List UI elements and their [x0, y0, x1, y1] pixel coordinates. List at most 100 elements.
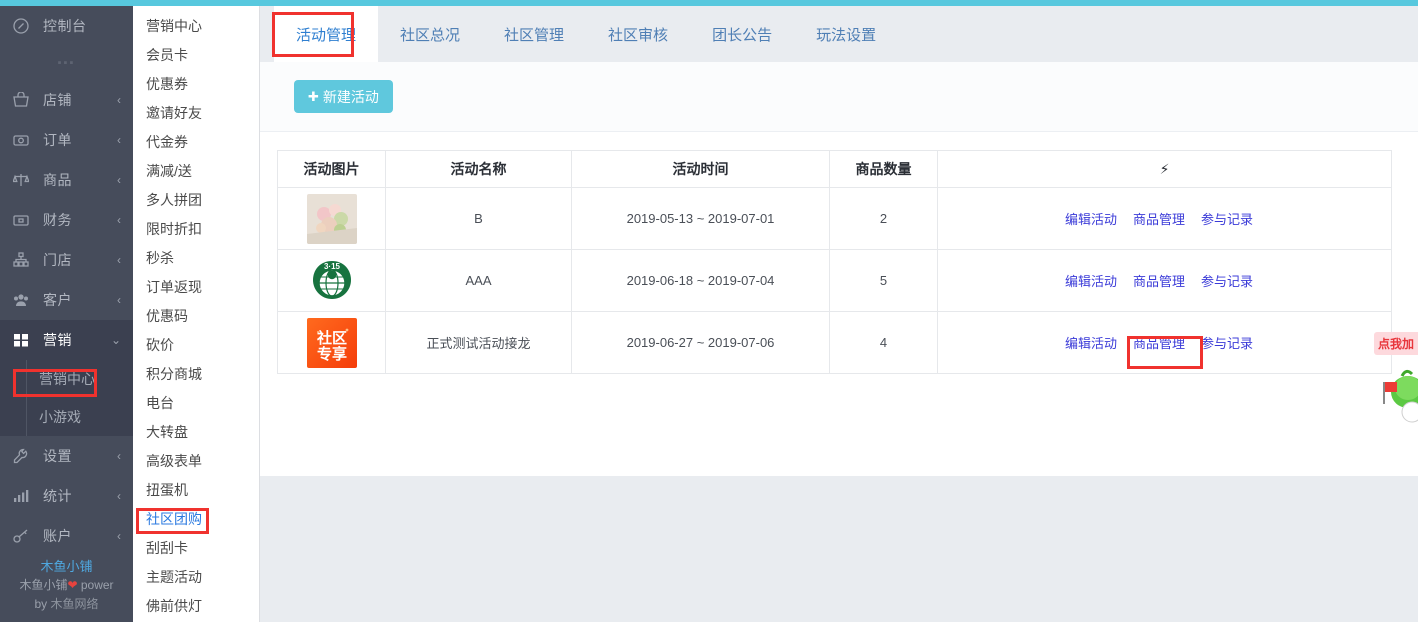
cell-activity-name: B	[385, 187, 572, 250]
subnav-item-11[interactable]: 砍价	[133, 331, 259, 360]
op-link-0[interactable]: 编辑活动	[1065, 209, 1117, 228]
sidebar-divider-dots: ▪▪▪	[57, 57, 76, 69]
tab-3[interactable]: 社区审核	[586, 6, 690, 62]
new-activity-label: 新建活动	[322, 88, 379, 105]
op-link-2[interactable]: 参与记录	[1201, 333, 1253, 352]
subnav-item-3[interactable]: 邀请好友	[133, 99, 259, 128]
subnav-item-19[interactable]: 主题活动	[133, 563, 259, 592]
cell-goods-quantity: 4	[829, 311, 938, 374]
subnav-item-label: 多人拼团	[146, 192, 202, 208]
sidebar-subitem-1[interactable]: 小游戏	[26, 398, 133, 436]
subnav-item-1[interactable]: 会员卡	[133, 41, 259, 70]
chevron-icon: ‹	[117, 253, 121, 267]
tab-0[interactable]: 活动管理	[274, 6, 379, 62]
sidebar-item-label: 控制台	[43, 18, 87, 34]
tab-5[interactable]: 玩法设置	[794, 6, 898, 62]
new-activity-button[interactable]: ✚ 新建活动	[294, 80, 393, 113]
cell-activity-image	[277, 187, 386, 250]
subnav-item-20[interactable]: 佛前供灯	[133, 592, 259, 621]
subnav-item-8[interactable]: 秒杀	[133, 244, 259, 273]
sidebar-item-10[interactable]: 账户 ‹	[0, 516, 133, 556]
statistics-bars-icon	[13, 488, 35, 504]
subnav-item-2[interactable]: 优惠券	[133, 70, 259, 99]
subnav-item-12[interactable]: 积分商城	[133, 360, 259, 389]
subnav-item-17[interactable]: 社区团购	[133, 505, 259, 534]
account-key-icon	[13, 528, 35, 544]
subnav-item-4[interactable]: 代金券	[133, 128, 259, 157]
chevron-icon: ⌄	[110, 333, 121, 347]
subnav-item-label: 佛前供灯	[146, 598, 202, 614]
content-panel: ✚ 新建活动 活动图片 活动名称 活动时间 商品数量 ⚡ B 2019-05-1…	[260, 62, 1418, 476]
sidebar-item-1[interactable]: 店铺 ‹	[0, 80, 133, 120]
activity-table-body: B 2019-05-13 ~ 2019-07-01 2 编辑活动 商品管理 参与记录 3·1…	[277, 187, 1392, 374]
mascot-character-icon	[1382, 366, 1418, 431]
subnav-item-label: 高级表单	[146, 453, 202, 469]
sidebar-submenu: 营销中心 小游戏	[0, 360, 133, 436]
floating-chat-mascot[interactable]: 点我加	[1374, 326, 1418, 446]
app-root: 控制台 ▪▪▪ 店铺 ‹ 订单 ‹ 商品 ‹ 财务 ‹ 门店 ‹ 客户 ‹ 营销 ⌄ 营销中心 小游戏 设置 ‹ 统计 ‹…	[0, 0, 1418, 622]
goods-scale-icon	[13, 172, 35, 188]
primary-sidebar: 控制台 ▪▪▪ 店铺 ‹ 订单 ‹ 商品 ‹ 财务 ‹ 门店 ‹ 客户 ‹ 营销 ⌄ 营销中心 小游戏 设置 ‹ 统计 ‹…	[0, 6, 133, 622]
subnav-item-label: 主题活动	[146, 569, 202, 585]
chevron-icon: ‹	[117, 449, 121, 463]
op-link-2[interactable]: 参与记录	[1201, 271, 1253, 290]
sidebar-item-8[interactable]: 设置 ‹	[0, 436, 133, 476]
shop-basket-icon	[13, 92, 35, 108]
header-activity-time: 活动时间	[571, 150, 830, 188]
marketing-gift-icon	[13, 332, 35, 348]
sidebar-item-4[interactable]: 财务 ‹	[0, 200, 133, 240]
tab-label: 活动管理	[296, 26, 357, 44]
subnav-item-10[interactable]: 优惠码	[133, 302, 259, 331]
powered-by: by	[34, 597, 51, 611]
subnav-item-label: 邀请好友	[146, 105, 202, 121]
svg-text:社区: 社区	[315, 329, 346, 347]
sidebar-item-3[interactable]: 商品 ‹	[0, 160, 133, 200]
sidebar-item-9[interactable]: 统计 ‹	[0, 476, 133, 516]
sidebar-item-0[interactable]: 控制台	[0, 6, 133, 46]
subnav-item-6[interactable]: 多人拼团	[133, 186, 259, 215]
chevron-icon: ‹	[117, 529, 121, 543]
subnav-item-0[interactable]: 营销中心	[133, 12, 259, 41]
sidebar-item-2[interactable]: 订单 ‹	[0, 120, 133, 160]
tab-label: 社区管理	[504, 26, 565, 44]
sidebar-footer: 木鱼小铺 木鱼小铺❤ power by 木鱼网络	[0, 557, 133, 614]
finance-money-icon	[13, 212, 35, 228]
chevron-icon: ‹	[117, 293, 121, 307]
op-link-1[interactable]: 商品管理	[1133, 271, 1185, 290]
op-link-0[interactable]: 编辑活动	[1065, 333, 1117, 352]
op-link-1[interactable]: 商品管理	[1133, 209, 1185, 228]
subnav-item-18[interactable]: 刮刮卡	[133, 534, 259, 563]
content-toolbar: ✚ 新建活动	[260, 62, 1418, 132]
sidebar-shop-name: 木鱼小铺	[40, 559, 93, 574]
subnav-item-13[interactable]: 电台	[133, 389, 259, 418]
table-row: 3·15 AAA 2019-06-18 ~ 2019-07-04 5 编辑活动 商品管理参…	[277, 249, 1392, 312]
subnav-item-7[interactable]: 限时折扣	[133, 215, 259, 244]
tab-4[interactable]: 团长公告	[690, 6, 794, 62]
subnav-item-16[interactable]: 扭蛋机	[133, 476, 259, 505]
subnav-item-15[interactable]: 高级表单	[133, 447, 259, 476]
sidebar-item-5[interactable]: 门店 ‹	[0, 240, 133, 280]
header-operations-bolt-icon: ⚡	[937, 150, 1392, 188]
chevron-icon: ‹	[117, 133, 121, 147]
order-icon	[13, 132, 35, 148]
cell-goods-quantity: 5	[829, 249, 938, 312]
tab-2[interactable]: 社区管理	[482, 6, 586, 62]
subnav-item-5[interactable]: 满减/送	[133, 157, 259, 186]
subnav-item-14[interactable]: 大转盘	[133, 418, 259, 447]
cell-activity-image: 3·15	[277, 249, 386, 312]
subnav-item-label: 营销中心	[146, 18, 202, 34]
subnav-item-label: 代金券	[146, 134, 188, 150]
op-link-0[interactable]: 编辑活动	[1065, 271, 1117, 290]
sidebar-item-6[interactable]: 客户 ‹	[0, 280, 133, 320]
mascot-bubble-text: 点我加	[1374, 332, 1418, 355]
op-link-1[interactable]: 商品管理	[1133, 333, 1185, 352]
sidebar-item-7[interactable]: 营销 ⌄	[0, 320, 133, 360]
tab-1[interactable]: 社区总况	[378, 6, 482, 62]
subnav-item-label: 扭蛋机	[146, 482, 188, 498]
sidebar-powered-by: 木鱼小铺❤ power	[0, 576, 133, 595]
customer-users-icon	[13, 292, 35, 308]
subnav-item-9[interactable]: 订单返现	[133, 273, 259, 302]
sidebar-subitem-0[interactable]: 营销中心	[26, 360, 133, 398]
op-link-2[interactable]: 参与记录	[1201, 209, 1253, 228]
cell-operations: 编辑活动 商品管理 参与记录	[937, 187, 1392, 250]
